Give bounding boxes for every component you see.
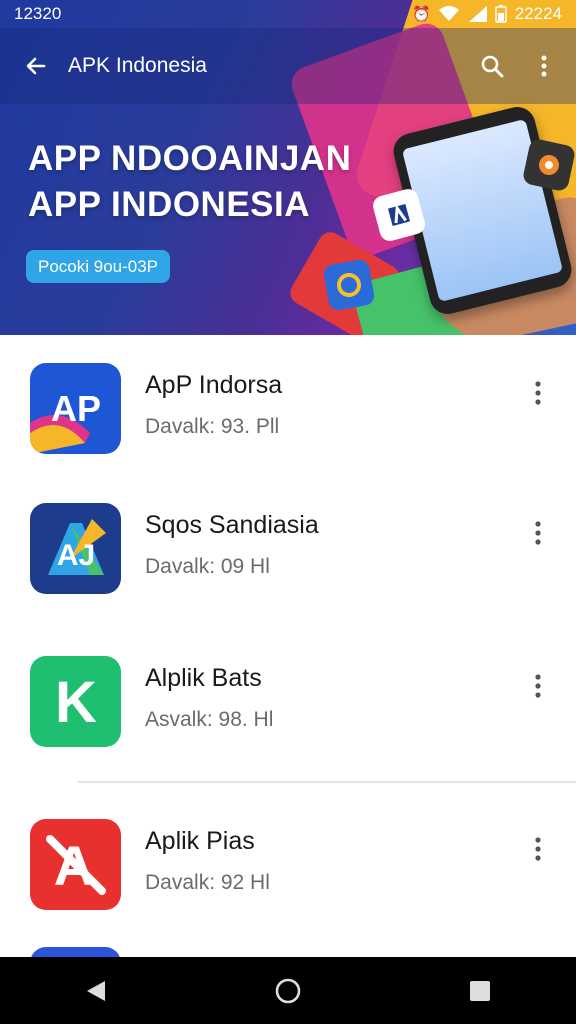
- nav-home-button[interactable]: [258, 966, 318, 1016]
- app-icon: AP: [30, 363, 121, 454]
- app-name: ApP Indorsa: [145, 371, 283, 399]
- search-icon: [481, 55, 504, 78]
- list-item[interactable]: K Alplik Bats Asvalk: 98. Hl: [0, 628, 576, 778]
- back-button[interactable]: [18, 48, 54, 84]
- banner-title-line-1: APP NDOOAINJAN: [28, 139, 352, 178]
- search-button[interactable]: [472, 46, 512, 86]
- hero-banner: 12320 ⏰ 22224 APK Indonesia APP NDOOAINJ: [0, 0, 576, 335]
- banner-title-line-2: APP INDONESIA: [28, 185, 311, 224]
- status-bar: 12320 ⏰ 22224: [0, 0, 576, 28]
- more-vertical-icon: [535, 521, 541, 545]
- app-bar: APK Indonesia: [0, 28, 576, 104]
- nav-recents-button[interactable]: [450, 966, 510, 1016]
- signal-icon: [468, 6, 487, 22]
- app-subtitle: Davalk: 93. Pll: [145, 415, 280, 438]
- more-vertical-icon: [535, 837, 541, 861]
- app-subtitle: Asvalk: 98. Hl: [145, 708, 274, 731]
- more-options-button[interactable]: [524, 829, 552, 869]
- banner-title: APP NDOOAINJAN APP INDONESIA: [28, 136, 351, 228]
- app-icon: AJ: [30, 503, 121, 594]
- app-subtitle: Davalk: 92 Hl: [145, 871, 270, 894]
- app-icon: A: [30, 819, 121, 910]
- app-icon-illustration: [322, 258, 376, 312]
- banner-pill-button[interactable]: Pocoki 9ou-03P: [26, 250, 171, 283]
- list-divider: [78, 781, 576, 783]
- status-time-right: 22224: [514, 4, 562, 23]
- more-vertical-icon: [535, 674, 541, 698]
- svg-text:K: K: [55, 670, 97, 735]
- app-name: Alplik Bats: [145, 664, 262, 692]
- list-item[interactable]: AP ApP Indorsa Davalk: 93. Pll: [0, 335, 576, 485]
- screen: 12320 ⏰ 22224 APK Indonesia APP NDOOAINJ: [0, 0, 576, 1024]
- battery-icon: [494, 5, 507, 23]
- more-options-button[interactable]: [524, 513, 552, 553]
- app-name: Sqos Sandiasia: [145, 511, 319, 539]
- app-icon-illustration: [521, 137, 576, 193]
- app-bar-title: APK Indonesia: [68, 54, 207, 77]
- svg-text:AJ: AJ: [57, 539, 95, 572]
- triangle-back-icon: [87, 980, 105, 1001]
- svg-text:A: A: [54, 834, 94, 897]
- list-item[interactable]: A Aplik Pias Davalk: 92 Hl: [0, 791, 576, 941]
- alarm-icon: ⏰: [412, 6, 431, 23]
- overflow-menu-button[interactable]: [524, 46, 564, 86]
- app-list: AP ApP Indorsa Davalk: 93. Pll AJ Sqos S…: [0, 335, 576, 967]
- app-subtitle: Davalk: 09 Hl: [145, 555, 270, 578]
- app-name: Aplik Pias: [145, 827, 255, 855]
- more-vertical-icon: [541, 55, 547, 77]
- wifi-icon: [438, 6, 459, 21]
- more-vertical-icon: [535, 381, 541, 405]
- navigation-bar: [0, 957, 576, 1024]
- arrow-left-icon: [26, 57, 46, 75]
- more-options-button[interactable]: [524, 666, 552, 706]
- svg-text:AP: AP: [51, 388, 101, 429]
- more-options-button[interactable]: [524, 373, 552, 413]
- circle-home-icon: [275, 978, 301, 1003]
- status-time: 12320: [14, 4, 62, 23]
- nav-back-button[interactable]: [66, 966, 126, 1016]
- app-icon: K: [30, 656, 121, 747]
- list-item[interactable]: AJ Sqos Sandiasia Davalk: 09 Hl: [0, 475, 576, 625]
- status-icons: ⏰ 22224: [412, 4, 562, 24]
- square-recents-icon: [470, 980, 490, 1001]
